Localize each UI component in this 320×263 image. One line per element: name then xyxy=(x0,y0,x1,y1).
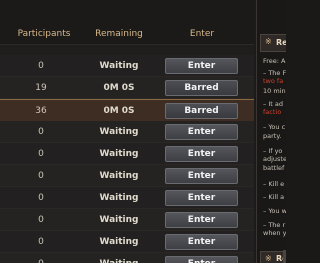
remaining-time: Waiting xyxy=(99,148,139,159)
rules-line: – It ad xyxy=(263,100,283,108)
participants-header: Participants xyxy=(17,29,71,39)
participants-count: 0 xyxy=(38,259,44,263)
remaining-time: 0M 0S xyxy=(103,82,135,93)
remaining-time: Waiting xyxy=(99,214,139,225)
table-header: Participants Remaining Enter xyxy=(0,0,254,45)
participants-count: 0 xyxy=(38,170,44,181)
table-row: 0 Waiting Enter xyxy=(0,143,254,165)
remaining-time: Waiting xyxy=(99,192,139,203)
rules-panel-title: Re xyxy=(276,38,286,47)
remaining-time: Waiting xyxy=(99,126,139,137)
barred-button[interactable]: Barred xyxy=(165,80,238,96)
battlefield-window: Participants Remaining Enter 0 Waiting Ent… xyxy=(0,0,286,263)
rules-line: two fa xyxy=(263,77,284,85)
remaining-time: Waiting xyxy=(99,236,139,247)
table-row: 0 Waiting Enter xyxy=(0,253,254,263)
table-row: 0 Waiting Enter xyxy=(0,165,254,187)
enter-button[interactable]: Enter xyxy=(165,124,238,140)
rules-panel: ※ Re Free: A – The Ftwo fa 10 min – It adfa… xyxy=(256,0,286,263)
rules-panel-header: ※ Re xyxy=(260,34,286,52)
rules-line: 10 min xyxy=(263,87,286,95)
rules-line: – You w xyxy=(263,207,286,215)
enter-button[interactable]: Enter xyxy=(165,168,238,184)
panel-scrollbar[interactable] xyxy=(283,250,286,263)
rules-line: – Kill a xyxy=(263,193,285,201)
participants-count: 36 xyxy=(35,105,47,116)
participants-count: 0 xyxy=(38,214,44,225)
table-row: 19 0M 0S Barred xyxy=(0,77,254,99)
enter-button[interactable]: Enter xyxy=(165,190,238,206)
enter-button[interactable]: Enter xyxy=(165,212,238,228)
rules-line: – If yo xyxy=(263,147,283,155)
rules-line: – Kill e xyxy=(263,180,285,188)
table-row: 36 0M 0S Barred xyxy=(0,99,254,122)
enter-button[interactable]: Enter xyxy=(165,256,238,263)
participants-count: 0 xyxy=(38,236,44,247)
battlefield-table: Participants Remaining Enter 0 Waiting Ent… xyxy=(0,0,254,263)
barred-button[interactable]: Barred xyxy=(165,103,238,119)
table-row: 0 Waiting Enter xyxy=(0,209,254,231)
rules-line: battlef xyxy=(263,164,285,172)
table-row: 0 Waiting Enter xyxy=(0,231,254,253)
participants-count: 0 xyxy=(38,60,44,71)
rewards-icon: ※ xyxy=(265,254,272,263)
rules-line: factio xyxy=(263,108,282,116)
enter-header: Enter xyxy=(189,29,215,39)
table-row: 0 Waiting Enter xyxy=(0,187,254,209)
participants-count: 0 xyxy=(38,148,44,159)
rules-line: – The F xyxy=(263,69,286,77)
remaining-time: 0M 0S xyxy=(103,105,135,116)
enter-button[interactable]: Enter xyxy=(165,58,238,74)
rules-line: – The r xyxy=(263,221,286,229)
rules-line: – You c xyxy=(263,123,286,131)
enter-button[interactable]: Enter xyxy=(165,234,238,250)
table-row: 0 Waiting Enter xyxy=(0,55,254,77)
remaining-time: Waiting xyxy=(99,170,139,181)
remaining-time: Waiting xyxy=(99,60,139,71)
table-row: 0 Waiting Enter xyxy=(0,121,254,143)
enter-button[interactable]: Enter xyxy=(165,146,238,162)
remaining-time: Waiting xyxy=(99,259,138,263)
participants-count: 19 xyxy=(35,82,47,93)
participants-count: 0 xyxy=(38,126,44,137)
rules-line: when y xyxy=(263,229,286,237)
rules-line: adjuste xyxy=(263,155,286,163)
rules-icon: ※ xyxy=(265,37,272,46)
participants-count: 0 xyxy=(38,192,44,203)
rules-line: party. xyxy=(263,132,282,140)
rules-line: Free: A xyxy=(263,57,286,65)
remaining-header: Remaining xyxy=(95,29,143,39)
